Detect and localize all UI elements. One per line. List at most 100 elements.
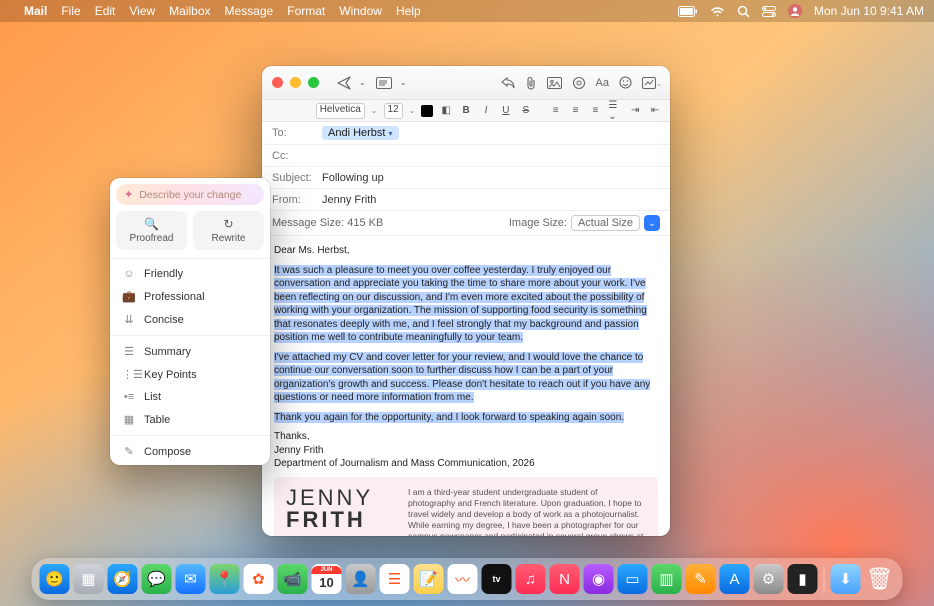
cc-label: Cc: xyxy=(272,150,322,162)
body-signature-dept: Department of Journalism and Mass Commun… xyxy=(274,458,535,469)
body-signature-name: Jenny Frith xyxy=(274,445,323,456)
bold-icon[interactable]: B xyxy=(459,104,473,118)
underline-icon[interactable]: U xyxy=(499,104,513,118)
menu-message[interactable]: Message xyxy=(225,4,274,18)
image-size-dropdown-icon[interactable]: ⌄ xyxy=(644,215,660,231)
message-size-value: 415 KB xyxy=(347,217,383,229)
dock-notes[interactable]: 📝 xyxy=(414,564,444,594)
format-bar: Helvetica ⌄ 12 ⌄ ◧ B I U S ≡ ≡ ≡ ☰ ⌄ ⇥ ⇤ xyxy=(262,100,670,122)
close-button[interactable] xyxy=(272,77,283,88)
dock-settings[interactable]: ⚙ xyxy=(754,564,784,594)
tone-professional[interactable]: 💼Professional xyxy=(110,285,270,308)
menu-window[interactable]: Window xyxy=(339,4,382,18)
from-field[interactable]: Jenny Frith xyxy=(322,194,660,206)
color-picker-icon[interactable]: ◧ xyxy=(439,104,453,118)
transform-keypoints[interactable]: ⋮☰Key Points xyxy=(110,363,270,386)
photo-icon[interactable] xyxy=(547,77,562,89)
minimize-button[interactable] xyxy=(290,77,301,88)
window-titlebar[interactable]: ⌄ ⌄ Aa ⌄ xyxy=(262,66,670,100)
proofread-button[interactable]: 🔍 Proofread xyxy=(116,211,187,250)
strike-icon[interactable]: S xyxy=(519,104,533,118)
dock-contacts[interactable]: 👤 xyxy=(346,564,376,594)
spotlight-icon[interactable] xyxy=(737,5,750,18)
dock-calendar[interactable]: JUN10 xyxy=(312,564,342,594)
menu-format[interactable]: Format xyxy=(287,4,325,18)
menu-help[interactable]: Help xyxy=(396,4,421,18)
header-fields-dropdown-icon[interactable]: ⌄ xyxy=(400,78,407,87)
indent-icon[interactable]: ⇥ xyxy=(628,104,642,118)
dock-trash[interactable]: 🗑 xyxy=(865,564,895,594)
dock-messages[interactable]: 💬 xyxy=(142,564,172,594)
sparkle-icon: ✦ xyxy=(124,188,133,201)
font-size-select[interactable]: 12 xyxy=(384,103,403,119)
align-right-icon[interactable]: ≡ xyxy=(588,104,602,118)
transform-list[interactable]: •≡List xyxy=(110,386,270,408)
dock-iphone-mirror[interactable]: ▮ xyxy=(788,564,818,594)
send-icon[interactable] xyxy=(337,76,351,90)
transform-summary[interactable]: ☰Summary xyxy=(110,340,270,363)
list-icon[interactable]: ☰ ⌄ xyxy=(608,104,622,118)
user-icon[interactable] xyxy=(788,4,802,18)
message-body[interactable]: Dear Ms. Herbst, It was such a pleasure … xyxy=(262,236,670,536)
subject-label: Subject: xyxy=(272,172,322,184)
writing-tools-input-wrap[interactable]: ✦ xyxy=(116,184,264,205)
menubar-clock[interactable]: Mon Jun 10 9:41 AM xyxy=(814,4,924,18)
transform-table[interactable]: ▦Table xyxy=(110,408,270,431)
to-label: To: xyxy=(272,127,322,139)
dock-freeform[interactable]: 〰 xyxy=(448,564,478,594)
align-left-icon[interactable]: ≡ xyxy=(549,104,563,118)
signature-blurb: I am a third-year student undergraduate … xyxy=(408,487,646,537)
dock-photos[interactable]: ✿ xyxy=(244,564,274,594)
font-family-select[interactable]: Helvetica xyxy=(316,103,365,119)
compose-button[interactable]: ✎Compose xyxy=(110,440,270,463)
outdent-icon[interactable]: ⇤ xyxy=(648,104,662,118)
menu-view[interactable]: View xyxy=(129,4,155,18)
dock-reminders[interactable]: ☰ xyxy=(380,564,410,594)
body-paragraph-3: Thank you again for the opportunity, and… xyxy=(274,412,624,423)
attach-icon[interactable] xyxy=(525,76,537,90)
signature-attachment-card: JENNY FRITH I am a third-year student un… xyxy=(274,477,658,537)
menu-edit[interactable]: Edit xyxy=(95,4,116,18)
pencil-icon: ✎ xyxy=(122,445,136,458)
menubar-app-name[interactable]: Mail xyxy=(24,4,47,18)
menu-mailbox[interactable]: Mailbox xyxy=(169,4,210,18)
dock-news[interactable]: N xyxy=(550,564,580,594)
wifi-icon[interactable] xyxy=(710,6,725,17)
subject-field[interactable]: Following up xyxy=(322,172,660,184)
dock-finder[interactable]: 🙂 xyxy=(40,564,70,594)
dock-facetime[interactable]: 📹 xyxy=(278,564,308,594)
dock-numbers[interactable]: ▥ xyxy=(652,564,682,594)
reply-icon[interactable] xyxy=(501,77,515,89)
image-size-label: Image Size: xyxy=(509,217,567,229)
align-center-icon[interactable]: ≡ xyxy=(569,104,583,118)
dock-music[interactable]: ♫ xyxy=(516,564,546,594)
rewrite-button[interactable]: ↻ Rewrite xyxy=(193,211,264,250)
dock-mail[interactable]: ✉︎ xyxy=(176,564,206,594)
dock-maps[interactable]: 📍 xyxy=(210,564,240,594)
send-dropdown-icon[interactable]: ⌄ xyxy=(359,78,366,87)
battery-icon[interactable] xyxy=(678,6,698,17)
italic-icon[interactable]: I xyxy=(479,104,493,118)
format-text-icon[interactable]: Aa xyxy=(596,77,609,89)
dock-safari[interactable]: 🧭 xyxy=(108,564,138,594)
link-icon[interactable] xyxy=(572,76,586,90)
dock-downloads[interactable]: ⬇ xyxy=(831,564,861,594)
image-size-select[interactable]: Actual Size xyxy=(571,215,640,231)
dock-appstore[interactable]: A xyxy=(720,564,750,594)
text-color-swatch[interactable] xyxy=(421,105,433,117)
dock-pages[interactable]: ✎ xyxy=(686,564,716,594)
writing-tools-input[interactable] xyxy=(139,189,256,201)
control-center-icon[interactable] xyxy=(762,6,776,17)
maximize-button[interactable] xyxy=(308,77,319,88)
to-recipient-token[interactable]: Andi Herbst xyxy=(322,126,399,140)
emoji-icon[interactable] xyxy=(619,76,632,89)
tone-concise[interactable]: ⇊Concise xyxy=(110,308,270,331)
markup-dropdown-icon[interactable]: ⌄ xyxy=(642,77,660,89)
header-fields-icon[interactable] xyxy=(376,77,392,89)
dock-launchpad[interactable]: ▦ xyxy=(74,564,104,594)
dock-podcasts[interactable]: ◉ xyxy=(584,564,614,594)
dock-keynote[interactable]: ▭ xyxy=(618,564,648,594)
dock-tv[interactable]: tv xyxy=(482,564,512,594)
tone-friendly[interactable]: ☺Friendly xyxy=(110,263,270,285)
menu-file[interactable]: File xyxy=(61,4,80,18)
